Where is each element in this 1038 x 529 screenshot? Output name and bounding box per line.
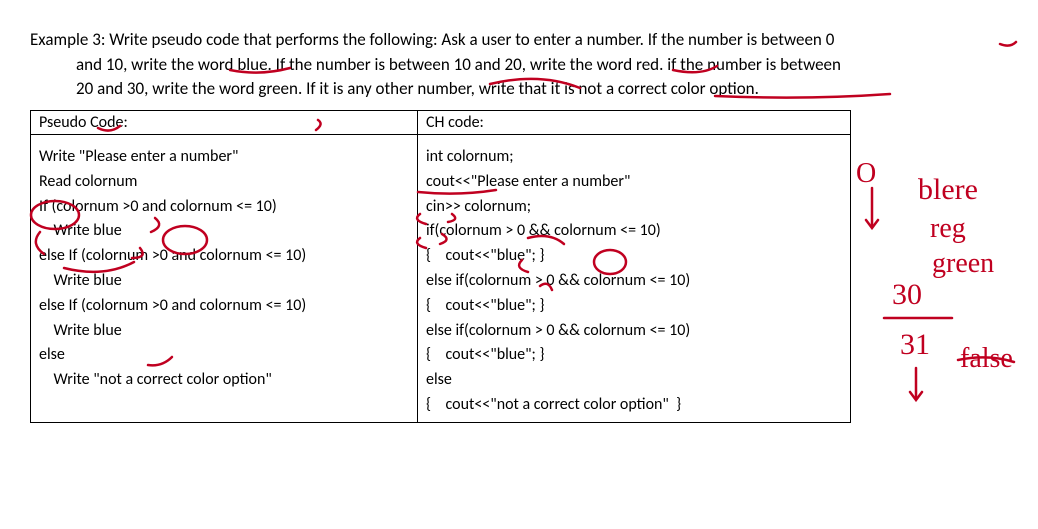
ch-code-block: int colornum; cout<<"Please enter a numb… — [426, 145, 842, 418]
hand-word-blere: blere — [918, 175, 978, 205]
prompt-line-2: and 10, write the word blue. If the numb… — [76, 53, 1008, 78]
hand-word-reg: reg — [930, 215, 966, 243]
header-ch-code: CH code: — [418, 110, 851, 134]
hand-false: false — [960, 345, 1013, 373]
hand-thirtyone: 31 — [900, 330, 930, 360]
hand-word-green: green — [932, 250, 994, 278]
pseudo-code-block: Write "Please enter a number" Read color… — [39, 145, 409, 393]
prompt-line-1: Example 3: Write pseudo code that perfor… — [30, 28, 1008, 53]
cell-ch-code: int colornum; cout<<"Please enter a numb… — [418, 134, 851, 422]
hand-zero-circle: O — [856, 160, 876, 188]
example-prompt: Example 3: Write pseudo code that perfor… — [30, 28, 1008, 102]
hand-thirty: 30 — [892, 280, 922, 310]
cell-pseudo: Write "Please enter a number" Read color… — [31, 134, 418, 422]
prompt-line-3: 20 and 30, write the word green. If it i… — [76, 77, 1008, 102]
header-pseudo: Pseudo Code: — [31, 110, 418, 134]
code-table: Pseudo Code: CH code: Write "Please ente… — [30, 110, 851, 423]
